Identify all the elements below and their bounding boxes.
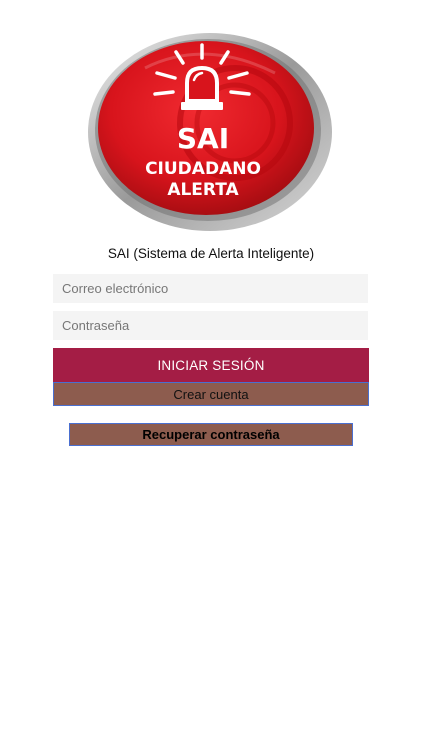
login-button[interactable]: INICIAR SESIÓN — [53, 348, 369, 382]
logo-text-ciudadano: CIUDADANO — [145, 159, 261, 179]
email-field[interactable] — [53, 274, 368, 303]
sai-logo-emblem: SAI CIUDADANO ALERTA — [88, 33, 332, 231]
logo-text-alerta: ALERTA — [167, 180, 239, 200]
recover-password-button[interactable]: Recuperar contraseña — [69, 423, 353, 446]
app-subtitle: SAI (Sistema de Alerta Inteligente) — [107, 246, 315, 261]
logo-text-sai: SAI — [177, 122, 229, 155]
app-logo: SAI CIUDADANO ALERTA — [85, 28, 335, 233]
password-field[interactable] — [53, 311, 368, 340]
create-account-button[interactable]: Crear cuenta — [53, 382, 369, 406]
